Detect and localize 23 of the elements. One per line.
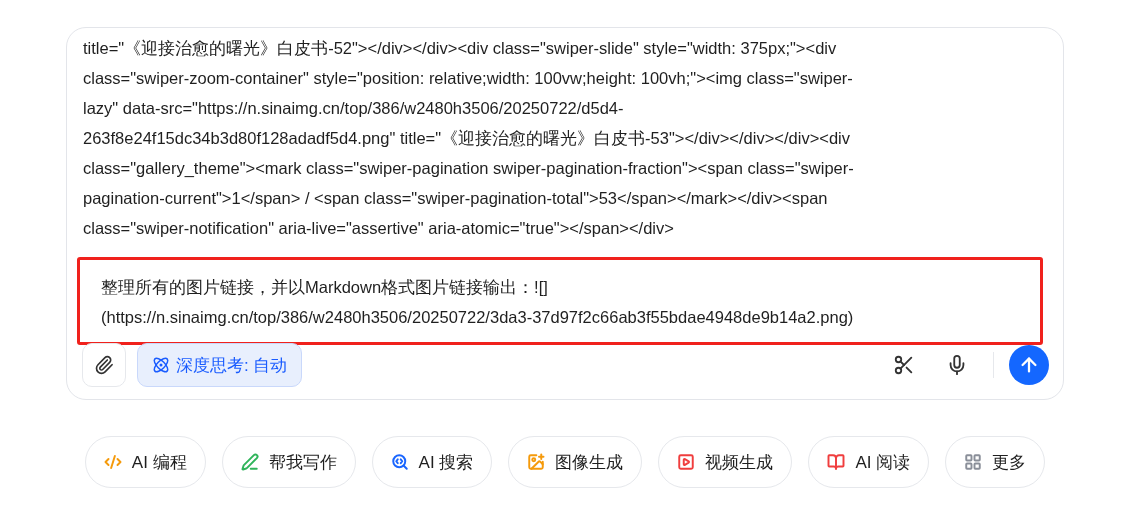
- shortcut-chip[interactable]: AI 阅读: [808, 436, 930, 488]
- message-text-line: class="gallery_theme"><mark class="swiper-pagination swiper-pagination-fraction"><span class="swiper-: [83, 158, 855, 179]
- scissors-icon: [893, 354, 915, 376]
- message-text-line: pagination-current">1</span> / <span class="swiper-pagination-total">53</span></mark></div><span: [83, 188, 829, 209]
- shortcut-chip[interactable]: 图像生成: [508, 436, 643, 488]
- paperclip-icon: [94, 355, 114, 375]
- message-text-line: class="swiper-notification" aria-live="assertive" aria-atomic="true"></span></div>: [83, 218, 675, 239]
- shortcut-chip[interactable]: 帮我写作: [221, 436, 356, 488]
- attach-button[interactable]: [82, 343, 126, 387]
- prompt-text-line: (https://n.sinaimg.cn/top/386/w2480h3506/20250722/3da3-37d97f2c66ab3f55bdae4948de9b14a2.png): [101, 307, 855, 328]
- message-text-line: 263f8e24f15dc34b3d80f128adadf5d4.png" title="《迎接治愈的曙光》白皮书-53"></div></div></div><div: [83, 128, 851, 149]
- message-text-line: lazy" data-src="https://n.sinaimg.cn/top/386/w2480h3506/20250722/d5d4-: [83, 98, 625, 119]
- shortcut-chip[interactable]: AI 编程: [84, 436, 206, 488]
- shortcut-chip[interactable]: AI 搜索: [371, 436, 493, 488]
- shortcut-chip[interactable]: 视频生成: [658, 436, 793, 488]
- prompt-text-line: 整理所有的图片链接，并以Markdown格式图片链接输出：![]: [101, 277, 549, 298]
- scissors-button[interactable]: [893, 354, 915, 376]
- message-text-line: class="swiper-zoom-container" style="position: relative;width: 100vw;height: 100vh;"><img class="swiper-: [83, 68, 854, 89]
- message-text-line: title="《迎接治愈的曙光》白皮书-52"></div></div><div class="swiper-slide" style="width: 375px;"><div: [83, 38, 838, 59]
- shortcut-chip[interactable]: 更多: [945, 436, 1046, 488]
- deep-think-toggle[interactable]: 深度思考: 自动: [137, 343, 303, 387]
- send-button[interactable]: [1009, 345, 1049, 385]
- atom-icon: [152, 356, 170, 374]
